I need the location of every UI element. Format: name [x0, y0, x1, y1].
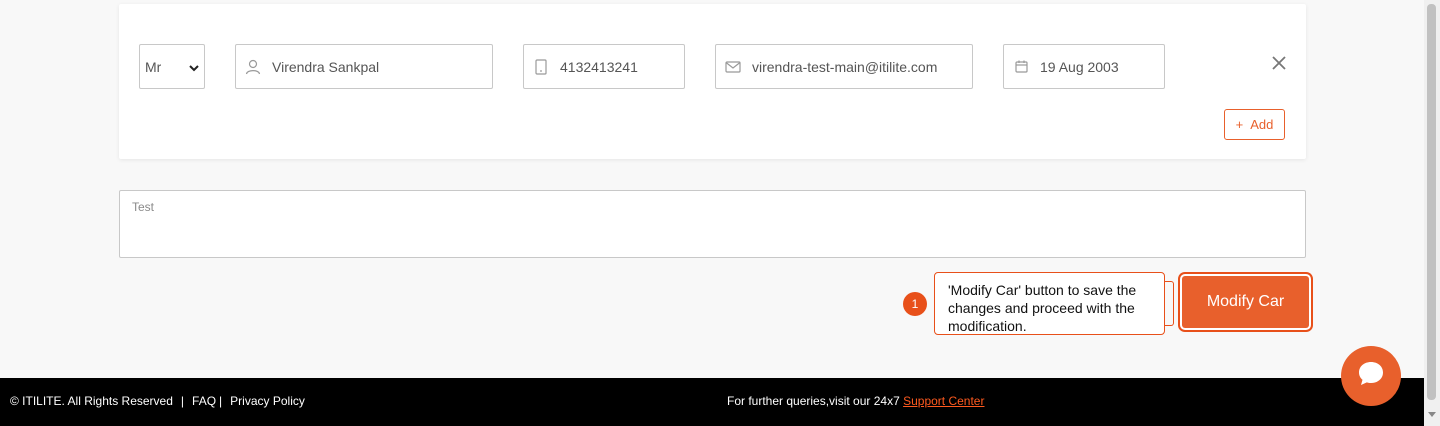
plus-icon: + [1235, 117, 1244, 132]
add-traveler-button[interactable]: + Add [1224, 109, 1285, 140]
guide-tooltip: 'Modify Car' button to save the changes … [934, 272, 1165, 335]
add-label: Add [1250, 117, 1274, 132]
notes-textarea[interactable]: Test [119, 190, 1306, 258]
tooltip-pointer [1164, 281, 1174, 326]
mail-icon [725, 59, 741, 75]
calendar-icon [1013, 59, 1029, 75]
scrollbar[interactable] [1424, 0, 1440, 426]
footer-divider: | [180, 394, 185, 408]
email-value: virendra-test-main@itilite.com [752, 58, 938, 75]
name-value: Virendra Sankpal [272, 58, 380, 75]
salutation-value: Mr [145, 58, 162, 75]
support-center-link[interactable]: Support Center [903, 394, 984, 408]
phone-icon [533, 58, 549, 75]
support-prefix: For further queries,visit our 24x7 [727, 394, 900, 408]
dob-value: 19 Aug 2003 [1040, 58, 1119, 75]
faq-link[interactable]: FAQ [192, 394, 216, 408]
scroll-down-icon[interactable] [1428, 412, 1436, 417]
privacy-link[interactable]: Privacy Policy [230, 394, 305, 408]
traveler-card: Mr Virendra Sankpal 4132413241 virendra-… [119, 4, 1306, 159]
footer: © ITILITE. All Rights Reserved | FAQ | P… [0, 378, 1424, 426]
footer-divider: | [219, 394, 223, 408]
close-icon[interactable] [1270, 54, 1288, 72]
dob-field[interactable]: 19 Aug 2003 [1003, 44, 1165, 89]
scrollbar-thumb[interactable] [1427, 4, 1436, 400]
phone-value: 4132413241 [560, 58, 638, 75]
chevron-down-icon [189, 59, 199, 75]
copyright-text: © ITILITE. All Rights Reserved [10, 394, 173, 408]
salutation-select[interactable]: Mr [139, 44, 205, 89]
phone-field[interactable]: 4132413241 [523, 44, 685, 89]
chat-launcher[interactable] [1341, 346, 1401, 406]
modify-car-button[interactable]: Modify Car [1182, 276, 1309, 328]
guide-step-badge: 1 [903, 292, 927, 316]
person-icon [245, 59, 261, 75]
notes-label: Test [132, 200, 155, 214]
chat-icon [1356, 359, 1386, 394]
email-field[interactable]: virendra-test-main@itilite.com [715, 44, 973, 89]
name-field[interactable]: Virendra Sankpal [235, 44, 493, 89]
